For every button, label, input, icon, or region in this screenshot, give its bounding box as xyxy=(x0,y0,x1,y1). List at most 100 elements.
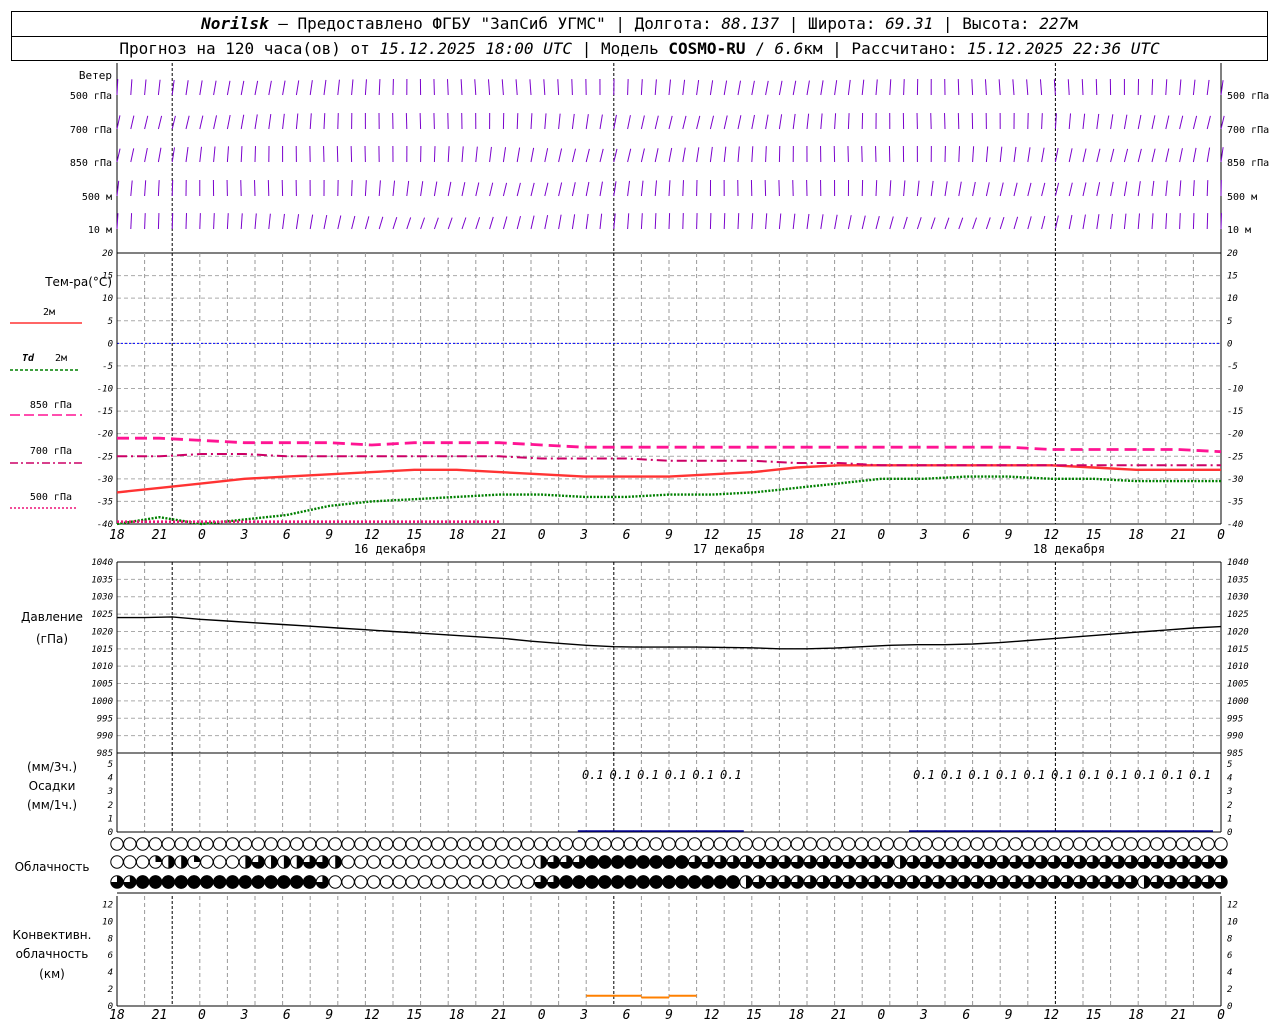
cloud-symbol-high xyxy=(508,837,522,851)
cloud-symbol-high xyxy=(1162,837,1177,851)
cloud-symbol-high xyxy=(1214,837,1228,851)
wind-barb xyxy=(378,79,381,96)
cloud-symbol-low-fill xyxy=(290,875,304,889)
cloud-symbol-high xyxy=(379,837,394,851)
wind-barb xyxy=(861,215,866,230)
pressure-tick-right: 1035 xyxy=(1227,575,1249,585)
wind-barb xyxy=(268,114,272,130)
wind-barb xyxy=(627,148,632,163)
wind-barb xyxy=(406,217,412,230)
legend-td-label: Td xyxy=(22,353,35,364)
cloud-symbol-high xyxy=(585,837,599,851)
wind-barb xyxy=(640,213,643,230)
wind-barb xyxy=(544,215,549,230)
cloud-symbol-low-fill xyxy=(264,875,278,889)
wind-barb xyxy=(984,79,987,96)
cloud-symbol-low xyxy=(405,875,419,889)
wind-barb xyxy=(1068,148,1073,163)
wind-barb xyxy=(792,213,796,230)
cloud-symbol-high xyxy=(623,837,638,851)
conv-tick-left: 12 xyxy=(102,900,113,910)
wind-barb xyxy=(778,114,783,130)
time-tick-label-bottom: 0 xyxy=(538,1008,546,1023)
wind-barb xyxy=(709,213,712,230)
wind-barb xyxy=(1110,114,1114,130)
wind-barb xyxy=(765,213,768,230)
pressure-tick-left: 995 xyxy=(97,714,113,724)
wind-barb xyxy=(834,80,838,96)
wind-barb xyxy=(337,79,340,96)
cloud-symbol-high xyxy=(893,837,907,851)
wind-barb xyxy=(226,114,231,130)
precip-value-label: 0.1 xyxy=(1051,768,1073,782)
cloud-symbol-high xyxy=(1188,837,1203,851)
temp-tick-right: -40 xyxy=(1227,520,1243,530)
cloud-symbol-mid xyxy=(456,855,471,869)
conv-tick-left: 8 xyxy=(108,934,113,944)
cloud-symbol-high xyxy=(495,837,509,851)
wind-barb xyxy=(1095,79,1098,96)
cloud-symbol-low-fill xyxy=(174,875,188,889)
pressure-tick-right: 1020 xyxy=(1227,627,1249,637)
wind-barb xyxy=(392,180,396,197)
precip-value-label: 0.1 xyxy=(1189,768,1211,782)
cloud-symbol-high xyxy=(200,837,214,851)
wind-barb xyxy=(875,215,880,230)
cloud-symbol-high xyxy=(854,837,869,851)
wind-barb xyxy=(930,180,934,197)
wind-barb xyxy=(889,79,892,96)
wind-barb xyxy=(544,148,549,163)
cloud-symbol-high xyxy=(212,837,227,851)
cloud-symbol-high xyxy=(598,837,612,851)
time-tick-label-bottom: 21 xyxy=(831,1008,847,1023)
time-tick-label-bottom: 9 xyxy=(1005,1008,1013,1023)
wind-barb xyxy=(254,213,257,230)
temp-tick-left: -25 xyxy=(97,452,113,462)
temp-tick-right: -15 xyxy=(1227,407,1243,417)
wind-barb xyxy=(571,113,575,130)
cloud-symbol-mid-fill xyxy=(585,855,599,869)
cloud-symbol-high xyxy=(1021,837,1036,851)
wind-barb xyxy=(1013,146,1017,163)
wind-barb xyxy=(834,113,837,130)
temp-tick-right: 5 xyxy=(1227,317,1232,327)
pressure-tick-right: 1000 xyxy=(1227,697,1249,707)
precip-tick-left: 3 xyxy=(107,787,113,797)
wind-barb xyxy=(998,79,1001,96)
time-tick-label: 21 xyxy=(1171,528,1187,543)
wind-barb xyxy=(751,213,754,230)
precip-tick-left: 1 xyxy=(108,814,113,824)
cloud-symbol-low-fill xyxy=(559,875,574,889)
temp-tick-right: 10 xyxy=(1227,294,1238,304)
wind-barb xyxy=(1110,181,1114,197)
wind-barb xyxy=(668,213,671,230)
cloud-symbol-mid-fill xyxy=(636,855,651,869)
wind-barb xyxy=(420,217,426,230)
wind-barb xyxy=(1096,148,1101,163)
wind-barb xyxy=(972,146,975,163)
wind-barb xyxy=(999,217,1005,230)
cloud-symbol-low xyxy=(418,875,432,889)
cloud-symbol-high xyxy=(521,837,535,851)
cloud-symbol-high xyxy=(187,837,201,851)
wind-barb xyxy=(295,80,300,96)
precip-value-label: 0.1 xyxy=(582,768,604,782)
precip-tick-right: 0 xyxy=(1227,828,1232,838)
pressure-tick-left: 990 xyxy=(97,732,113,742)
conv-title-2: облачность xyxy=(16,947,89,961)
cloud-symbol-low xyxy=(521,875,535,889)
wind-barb xyxy=(1123,181,1128,197)
cloud-symbol-low-fill xyxy=(1143,875,1151,889)
wind-barb xyxy=(489,216,494,230)
wind-barb xyxy=(709,115,715,130)
cloud-symbol-mid xyxy=(354,855,368,869)
time-tick-label-bottom: 0 xyxy=(1217,1008,1225,1023)
pressure-tick-right: 990 xyxy=(1227,732,1243,742)
pressure-tick-left: 1000 xyxy=(91,697,113,707)
time-tick-label-bottom: 15 xyxy=(746,1008,762,1023)
pressure-tick-left: 1035 xyxy=(91,575,113,585)
day-label-16: 16 декабря xyxy=(354,542,426,556)
time-tick-label: 0 xyxy=(538,528,546,543)
wind-barb xyxy=(903,79,905,96)
wind-barb xyxy=(282,113,285,130)
